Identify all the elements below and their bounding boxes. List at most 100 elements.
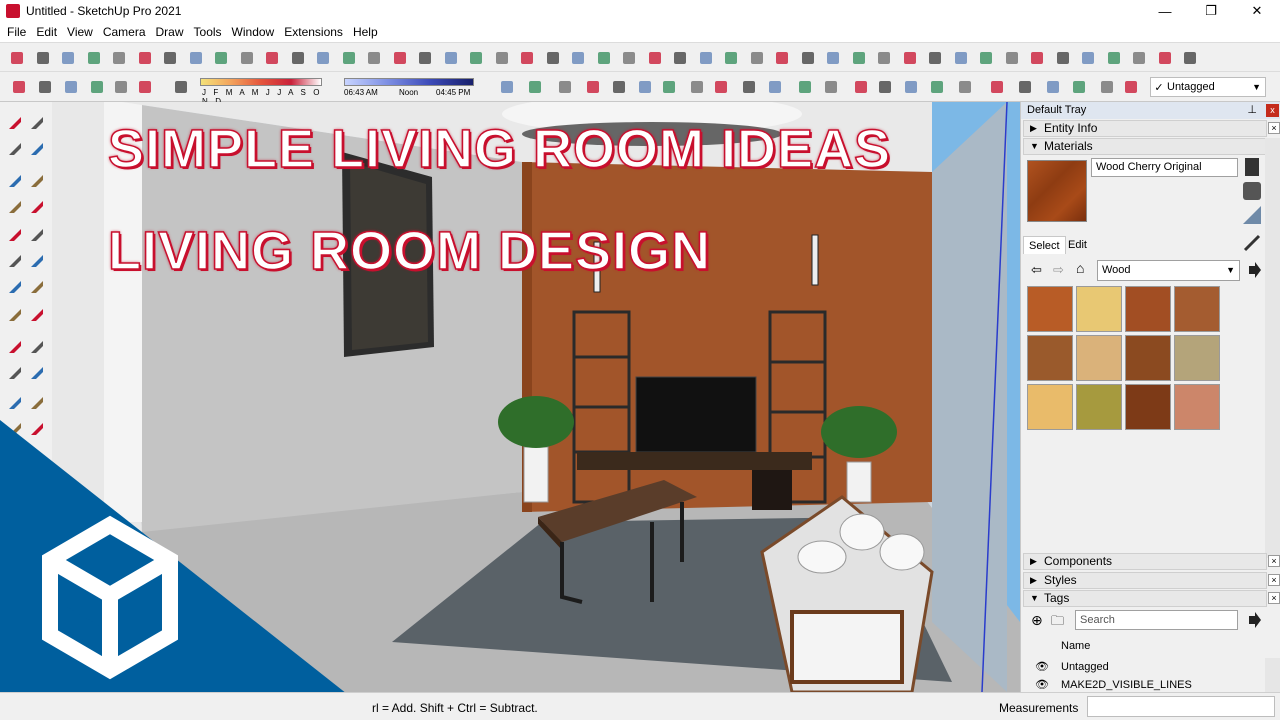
view-tool-icon[interactable] xyxy=(928,78,946,96)
panel-tags[interactable]: ▼ Tags × xyxy=(1023,590,1280,607)
extension-tool-icon[interactable] xyxy=(722,49,740,67)
pin-icon[interactable]: ⊥ xyxy=(1247,102,1257,119)
extension-tool-icon[interactable] xyxy=(416,49,434,67)
panel-close-icon[interactable]: × xyxy=(1268,122,1280,134)
extension-tool-icon[interactable] xyxy=(365,49,383,67)
material-swatch[interactable] xyxy=(1174,286,1220,332)
drawing-tool-icon[interactable] xyxy=(28,172,46,190)
view-tool-icon[interactable] xyxy=(876,78,894,96)
drawing-tool-icon[interactable] xyxy=(6,172,24,190)
extension-tool-icon[interactable] xyxy=(595,49,613,67)
panel-materials[interactable]: ▼ Materials × xyxy=(1023,138,1280,155)
extension-tool-icon[interactable] xyxy=(314,49,332,67)
drawing-tool-icon[interactable] xyxy=(6,252,24,270)
menu-file[interactable]: File xyxy=(2,25,31,39)
extension-tool-icon[interactable] xyxy=(952,49,970,67)
details-arrow-icon[interactable] xyxy=(1247,262,1261,278)
view-tool-icon[interactable] xyxy=(822,78,840,96)
material-swatch[interactable] xyxy=(1076,384,1122,430)
view-tool-icon[interactable] xyxy=(712,78,730,96)
view-tool-icon[interactable] xyxy=(1098,78,1116,96)
view-tool-icon[interactable] xyxy=(498,78,516,96)
material-swatch[interactable] xyxy=(1174,384,1220,430)
drawing-tool-icon[interactable] xyxy=(6,338,24,356)
view-tool-icon[interactable] xyxy=(1044,78,1062,96)
extension-tool-icon[interactable] xyxy=(799,49,817,67)
tags-search-input[interactable]: Search xyxy=(1075,610,1238,630)
active-tag-dropdown[interactable]: ✓ Untagged ▼ xyxy=(1150,77,1266,97)
extension-tool-icon[interactable] xyxy=(850,49,868,67)
view-tool-icon[interactable] xyxy=(136,78,154,96)
extension-tool-icon[interactable] xyxy=(212,49,230,67)
view-tool-icon[interactable] xyxy=(88,78,106,96)
drawing-tool-icon[interactable] xyxy=(28,278,46,296)
drawing-tool-icon[interactable] xyxy=(28,140,46,158)
extension-tool-icon[interactable] xyxy=(1079,49,1097,67)
sample-paint-icon[interactable] xyxy=(1243,206,1261,224)
extension-tool-icon[interactable] xyxy=(187,49,205,67)
extension-tool-icon[interactable] xyxy=(773,49,791,67)
material-swatch[interactable] xyxy=(1125,335,1171,381)
extension-tool-icon[interactable] xyxy=(1054,49,1072,67)
view-tool-icon[interactable] xyxy=(852,78,870,96)
drawing-tool-icon[interactable] xyxy=(6,278,24,296)
drawing-tool-icon[interactable] xyxy=(6,226,24,244)
extension-tool-icon[interactable] xyxy=(569,49,587,67)
material-swatch[interactable] xyxy=(1125,286,1171,332)
tray-close-button[interactable]: x xyxy=(1266,104,1279,117)
view-tool-icon[interactable] xyxy=(526,78,544,96)
material-swatch[interactable] xyxy=(1076,335,1122,381)
extension-tool-icon[interactable] xyxy=(8,49,26,67)
close-button[interactable]: ✕ xyxy=(1234,0,1280,22)
tag-row[interactable]: 👁 MAKE2D_VISIBLE_LINES xyxy=(1035,678,1192,691)
extension-tool-icon[interactable] xyxy=(697,49,715,67)
extension-tool-icon[interactable] xyxy=(977,49,995,67)
extension-tool-icon[interactable] xyxy=(1181,49,1199,67)
drawing-tool-icon[interactable] xyxy=(28,226,46,244)
tab-edit[interactable]: Edit xyxy=(1063,236,1092,254)
view-tool-icon[interactable] xyxy=(112,78,130,96)
extension-tool-icon[interactable] xyxy=(926,49,944,67)
drawing-tool-icon[interactable] xyxy=(28,338,46,356)
extension-tool-icon[interactable] xyxy=(136,49,154,67)
view-tool-icon[interactable] xyxy=(1122,78,1140,96)
extension-tool-icon[interactable] xyxy=(391,49,409,67)
view-tool-icon[interactable] xyxy=(688,78,706,96)
extension-tool-icon[interactable] xyxy=(34,49,52,67)
menu-extensions[interactable]: Extensions xyxy=(279,25,348,39)
view-tool-icon[interactable] xyxy=(36,78,54,96)
menu-draw[interactable]: Draw xyxy=(151,25,189,39)
menu-camera[interactable]: Camera xyxy=(98,25,151,39)
extension-tool-icon[interactable] xyxy=(1156,49,1174,67)
view-tool-icon[interactable] xyxy=(796,78,814,96)
extension-tool-icon[interactable] xyxy=(875,49,893,67)
view-tool-icon[interactable] xyxy=(1016,78,1034,96)
view-tool-icon[interactable] xyxy=(740,78,758,96)
materials-scrollbar[interactable] xyxy=(1265,138,1280,558)
panel-close-icon[interactable]: × xyxy=(1268,555,1280,567)
extension-tool-icon[interactable] xyxy=(1028,49,1046,67)
drawing-tool-icon[interactable] xyxy=(28,252,46,270)
material-swatch[interactable] xyxy=(1027,286,1073,332)
view-tool-icon[interactable] xyxy=(902,78,920,96)
tag-row[interactable]: 👁 Untagged xyxy=(1035,660,1109,673)
drawing-tool-icon[interactable] xyxy=(28,306,46,324)
home-icon[interactable]: ⌂ xyxy=(1076,260,1084,276)
extension-tool-icon[interactable] xyxy=(467,49,485,67)
extension-tool-icon[interactable] xyxy=(518,49,536,67)
drawing-tool-icon[interactable] xyxy=(6,306,24,324)
drawing-tool-icon[interactable] xyxy=(6,364,24,382)
view-tool-icon[interactable] xyxy=(956,78,974,96)
material-library-dropdown[interactable]: Wood ▼ xyxy=(1097,260,1240,281)
tags-column-name[interactable]: Name xyxy=(1061,640,1090,652)
menu-help[interactable]: Help xyxy=(348,25,383,39)
view-tool-icon[interactable] xyxy=(1070,78,1088,96)
material-swatch[interactable] xyxy=(1027,335,1073,381)
maximize-button[interactable]: ❐ xyxy=(1188,0,1234,22)
menu-edit[interactable]: Edit xyxy=(31,25,62,39)
extension-tool-icon[interactable] xyxy=(289,49,307,67)
tags-details-arrow-icon[interactable] xyxy=(1247,612,1261,628)
view-tool-icon[interactable] xyxy=(584,78,602,96)
shadow-time-slider[interactable]: 06:43 AM Noon 04:45 PM xyxy=(344,76,474,98)
material-swatch[interactable] xyxy=(1174,335,1220,381)
